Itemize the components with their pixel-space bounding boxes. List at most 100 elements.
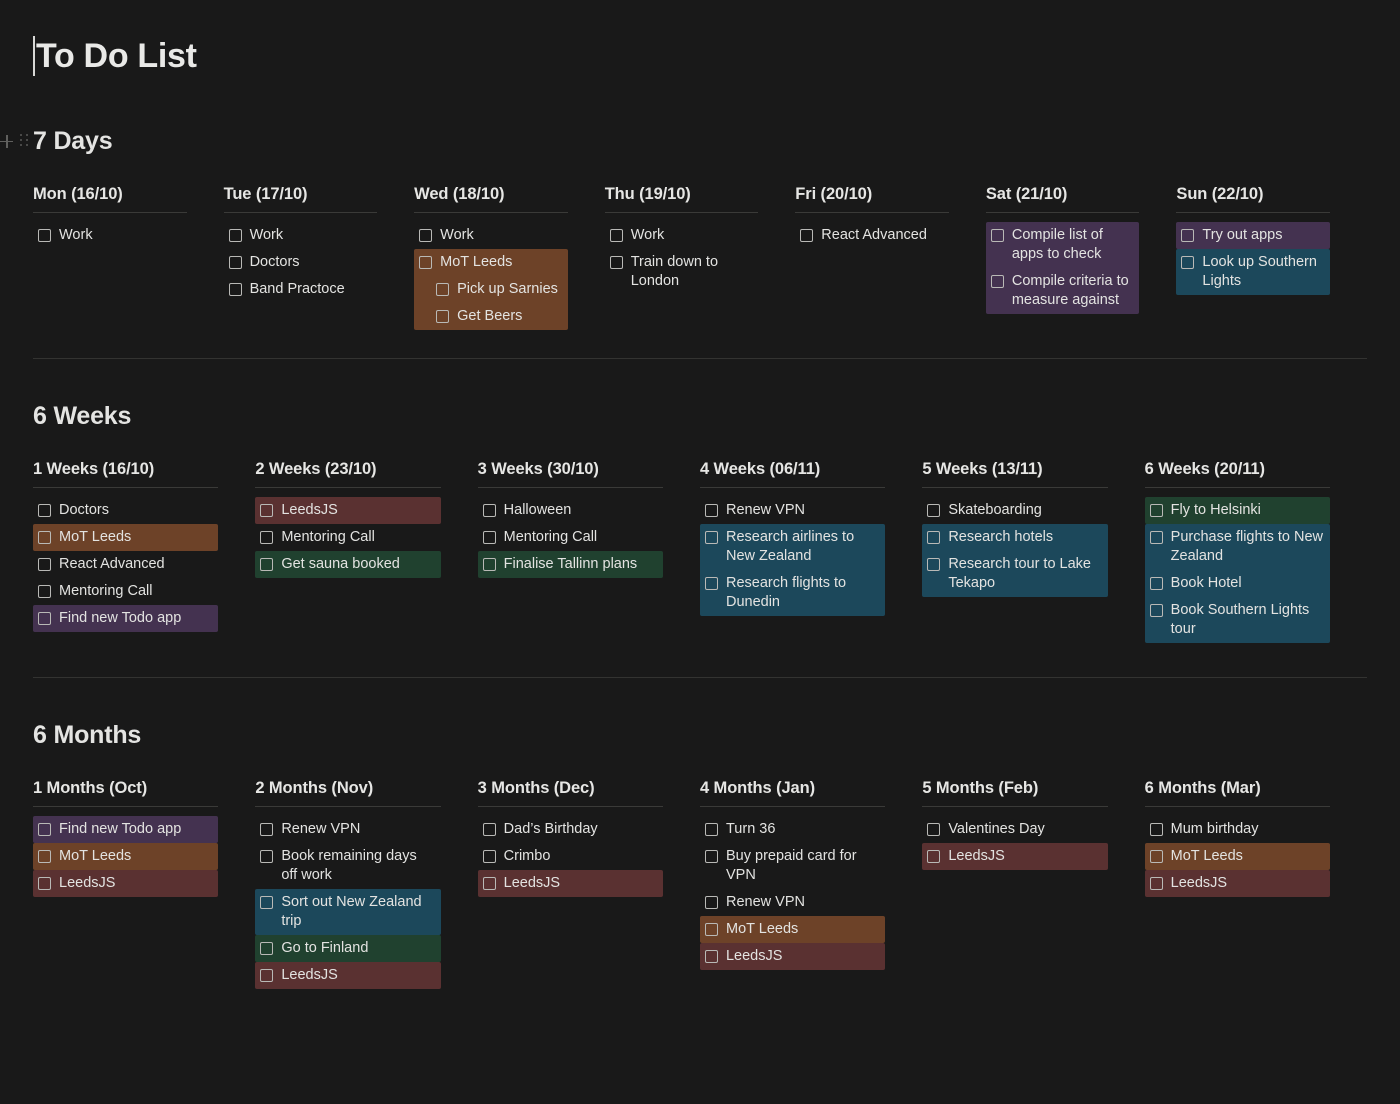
task-item[interactable]: MoT Leeds: [33, 524, 219, 551]
task-item[interactable]: Research airlines to New Zealand: [699, 524, 886, 570]
task-item[interactable]: Find new Todo app: [33, 605, 219, 632]
task-item[interactable]: Try out apps: [1176, 222, 1330, 249]
task-item[interactable]: Book Southern Lights tour: [1144, 597, 1330, 643]
task-item[interactable]: Research tour to Lake Tekapo: [922, 551, 1108, 597]
checkbox-icon[interactable]: [704, 531, 718, 544]
column-header[interactable]: 5 Months (Feb): [922, 779, 1107, 806]
checkbox-icon[interactable]: [482, 558, 496, 571]
task-item[interactable]: Dad’s Birthday: [478, 816, 663, 843]
task-item[interactable]: Mum birthday: [1145, 816, 1330, 843]
checkbox-icon[interactable]: [1149, 850, 1163, 863]
task-item[interactable]: Buy prepaid card for VPN: [700, 843, 885, 889]
task-item[interactable]: Work: [414, 222, 568, 249]
checkbox-icon[interactable]: [927, 504, 941, 517]
task-item[interactable]: Pick up Sarnies: [414, 276, 568, 303]
task-item[interactable]: Fly to Helsinki: [1144, 497, 1330, 524]
column-header[interactable]: 6 Weeks (20/11): [1145, 460, 1330, 487]
column-header[interactable]: 6 Months (Mar): [1145, 779, 1330, 806]
task-item[interactable]: Book remaining days off work: [255, 843, 440, 889]
task-item[interactable]: Purchase flights to New Zealand: [1144, 524, 1330, 570]
column-header[interactable]: 2 Weeks (23/10): [255, 460, 440, 487]
checkbox-icon[interactable]: [260, 823, 274, 836]
column-header[interactable]: 1 Months (Oct): [33, 779, 218, 806]
plus-icon[interactable]: [0, 134, 13, 148]
task-item[interactable]: Finalise Tallinn plans: [477, 551, 663, 578]
checkbox-icon[interactable]: [228, 283, 242, 296]
task-item[interactable]: LeedsJS: [33, 870, 219, 897]
task-item[interactable]: LeedsJS: [1144, 870, 1330, 897]
checkbox-icon[interactable]: [260, 504, 274, 517]
task-item[interactable]: LeedsJS: [699, 943, 886, 970]
checkbox-icon[interactable]: [800, 229, 814, 242]
checkbox-icon[interactable]: [260, 942, 274, 955]
checkbox-icon[interactable]: [436, 310, 450, 323]
checkbox-icon[interactable]: [1149, 577, 1163, 590]
checkbox-icon[interactable]: [482, 504, 496, 517]
checkbox-icon[interactable]: [260, 558, 274, 571]
task-item[interactable]: Get sauna booked: [255, 551, 441, 578]
checkbox-icon[interactable]: [927, 558, 941, 571]
task-item[interactable]: Train down to London: [605, 249, 759, 295]
task-item[interactable]: MoT Leeds: [699, 916, 886, 943]
task-item[interactable]: Compile list of apps to check: [985, 222, 1140, 268]
task-item[interactable]: Valentines Day: [922, 816, 1107, 843]
checkbox-icon[interactable]: [260, 896, 274, 909]
column-header[interactable]: 1 Weeks (16/10): [33, 460, 218, 487]
task-item[interactable]: Doctors: [33, 497, 218, 524]
checkbox-icon[interactable]: [704, 823, 718, 836]
task-item[interactable]: Sort out New Zealand trip: [255, 889, 441, 935]
checkbox-icon[interactable]: [1149, 531, 1163, 544]
column-header[interactable]: 5 Weeks (13/11): [922, 460, 1107, 487]
checkbox-icon[interactable]: [704, 577, 718, 590]
checkbox-icon[interactable]: [609, 256, 623, 269]
column-header[interactable]: 2 Months (Nov): [255, 779, 440, 806]
checkbox-icon[interactable]: [482, 531, 496, 544]
checkbox-icon[interactable]: [990, 275, 1004, 288]
checkbox-icon[interactable]: [38, 612, 51, 625]
task-item[interactable]: Mentoring Call: [33, 578, 218, 605]
checkbox-icon[interactable]: [1149, 877, 1163, 890]
task-item[interactable]: Research hotels: [922, 524, 1108, 551]
checkbox-icon[interactable]: [228, 229, 242, 242]
task-item[interactable]: Renew VPN: [700, 889, 885, 916]
task-item[interactable]: Turn 36: [700, 816, 885, 843]
task-item[interactable]: Work: [33, 222, 187, 249]
checkbox-icon[interactable]: [228, 256, 242, 269]
task-item[interactable]: LeedsJS: [255, 497, 441, 524]
section-title[interactable]: 6 Months: [33, 722, 141, 748]
checkbox-icon[interactable]: [927, 823, 941, 836]
column-header[interactable]: Mon (16/10): [33, 185, 187, 212]
checkbox-icon[interactable]: [38, 229, 51, 242]
task-item[interactable]: React Advanced: [33, 551, 218, 578]
task-item[interactable]: Book Hotel: [1144, 570, 1330, 597]
checkbox-icon[interactable]: [419, 229, 433, 242]
column-header[interactable]: 3 Months (Dec): [478, 779, 663, 806]
checkbox-icon[interactable]: [1181, 229, 1195, 242]
checkbox-icon[interactable]: [927, 531, 941, 544]
task-item[interactable]: LeedsJS: [255, 962, 441, 989]
task-item[interactable]: Research flights to Dunedin: [699, 570, 886, 616]
checkbox-icon[interactable]: [38, 558, 51, 571]
task-item[interactable]: Look up Southern Lights: [1176, 249, 1330, 295]
checkbox-icon[interactable]: [927, 850, 941, 863]
task-item[interactable]: Doctors: [224, 249, 378, 276]
checkbox-icon[interactable]: [482, 823, 496, 836]
drag-handle-icon[interactable]: [20, 134, 29, 148]
task-item[interactable]: Crimbo: [478, 843, 663, 870]
task-item[interactable]: Work: [224, 222, 378, 249]
checkbox-icon[interactable]: [990, 229, 1004, 242]
checkbox-icon[interactable]: [704, 923, 718, 936]
column-header[interactable]: Tue (17/10): [224, 185, 378, 212]
checkbox-icon[interactable]: [704, 950, 718, 963]
task-item[interactable]: Renew VPN: [700, 497, 885, 524]
column-header[interactable]: Wed (18/10): [414, 185, 568, 212]
page-title[interactable]: To Do List: [36, 39, 197, 73]
task-item[interactable]: Compile criteria to measure against: [985, 268, 1140, 314]
checkbox-icon[interactable]: [38, 531, 51, 544]
task-item[interactable]: MoT Leeds: [414, 249, 568, 276]
column-header[interactable]: 3 Weeks (30/10): [478, 460, 663, 487]
checkbox-icon[interactable]: [260, 531, 274, 544]
checkbox-icon[interactable]: [1149, 504, 1163, 517]
checkbox-icon[interactable]: [704, 850, 718, 863]
task-item[interactable]: Band Practoce: [224, 276, 378, 303]
